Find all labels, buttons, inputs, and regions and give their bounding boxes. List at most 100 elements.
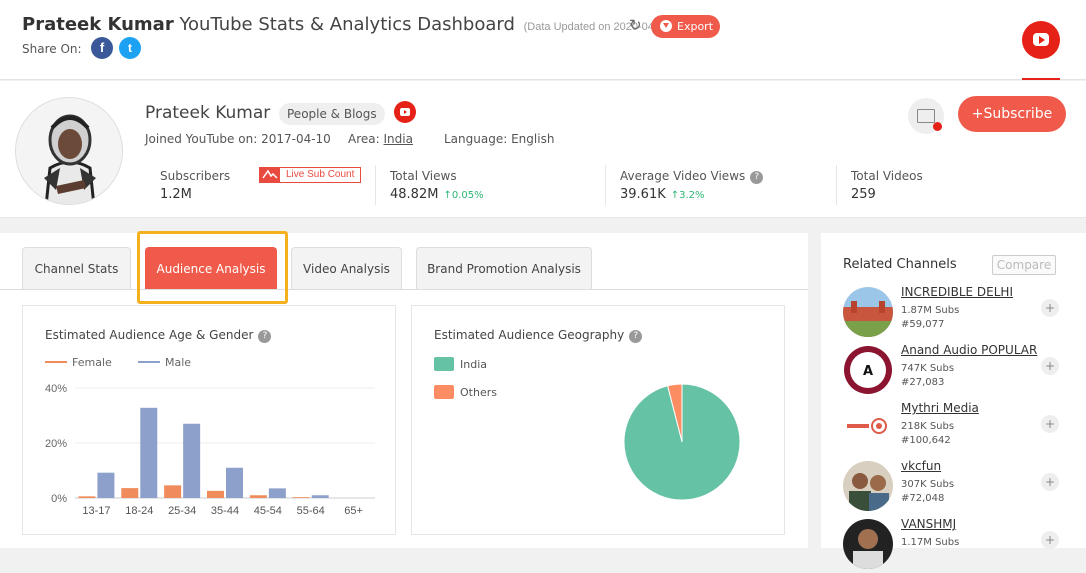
- total-views-label: Total Views: [390, 169, 457, 183]
- twitter-icon[interactable]: t: [119, 37, 141, 59]
- area-link[interactable]: India: [384, 132, 413, 146]
- age-gender-bar-chart: 0% 20% 40% 13-17 18-24 25-34 35-44 45-54 55-64 65…: [45, 383, 375, 517]
- language-value: English: [511, 132, 555, 146]
- bar-male: [183, 423, 201, 498]
- stat-divider: [836, 165, 837, 205]
- channel-thumbnail[interactable]: [843, 403, 893, 453]
- legend-others-label: Others: [460, 386, 497, 399]
- avatar: [15, 97, 123, 205]
- bar-male: [97, 472, 115, 498]
- legend-others[interactable]: Others: [434, 385, 497, 399]
- age-gender-panel: Estimated Audience Age & Gender? Female …: [22, 305, 396, 535]
- channel-subs: 218K Subs: [901, 421, 955, 432]
- total-videos-stat: Total Videos 259: [851, 169, 923, 202]
- plus-icon: +: [971, 106, 984, 122]
- related-channel-item[interactable]: vkcfun 307K Subs #72,048 +: [843, 459, 1083, 515]
- help-icon[interactable]: ?: [750, 171, 764, 184]
- pulse-icon: [260, 168, 280, 182]
- channel-name-link[interactable]: VANSHMJ: [901, 517, 956, 531]
- geography-title: Estimated Audience Geography?: [434, 328, 643, 343]
- channel-thumbnail[interactable]: [843, 287, 893, 337]
- channel-subs: 1.17M Subs: [901, 537, 960, 548]
- channel-thumbnail[interactable]: A: [843, 345, 893, 395]
- related-channels-title: Related Channels: [843, 257, 957, 272]
- channel-rank: #72,048: [901, 493, 945, 504]
- mail-icon[interactable]: [908, 98, 944, 134]
- x-tick-label: 45-54: [254, 505, 282, 517]
- total-videos-value: 259: [851, 187, 876, 202]
- bar-female: [249, 495, 267, 498]
- tab-channel-stats[interactable]: Channel Stats: [22, 247, 131, 289]
- dashboard-title: YouTube Stats & Analytics Dashboard: [179, 14, 515, 35]
- svg-text:A: A: [863, 364, 873, 379]
- active-platform-indicator: [1022, 78, 1060, 80]
- x-tick-label: 25-34: [168, 505, 196, 517]
- tab-bar-line: [0, 289, 808, 290]
- channel-profile: Prateek Kumar People & Blogs Joined YouT…: [0, 81, 1086, 218]
- pie-slice-india: [623, 383, 741, 501]
- diamond-icon: [660, 20, 672, 32]
- bar-female: [207, 490, 224, 498]
- bar-female: [292, 497, 310, 498]
- total-views-number: 48.82M: [390, 187, 439, 202]
- related-channel-item[interactable]: Mythri Media 218K Subs #100,642 +: [843, 401, 1083, 457]
- x-tick-label: 65+: [344, 505, 363, 517]
- legend-male[interactable]: Male: [138, 356, 191, 369]
- joined-date: Joined YouTube on: 2017-04-10: [145, 132, 331, 146]
- add-compare-icon[interactable]: +: [1041, 531, 1059, 549]
- related-channel-item[interactable]: VANSHMJ 1.17M Subs +: [843, 517, 1083, 573]
- add-compare-icon[interactable]: +: [1041, 473, 1059, 491]
- geography-pie-chart: [623, 383, 741, 501]
- channel-subs: 747K Subs: [901, 363, 955, 374]
- youtube-icon[interactable]: [1022, 21, 1060, 59]
- subscribe-button[interactable]: +Subscribe: [958, 96, 1066, 132]
- facebook-icon[interactable]: f: [91, 37, 113, 59]
- geography-title-text: Estimated Audience Geography: [434, 328, 625, 342]
- channel-name-link[interactable]: INCREDIBLE DELHI: [901, 285, 1013, 299]
- channel-thumbnail[interactable]: [843, 519, 893, 569]
- related-channel-item[interactable]: INCREDIBLE DELHI 1.87M Subs #59,077 +: [843, 285, 1083, 341]
- live-sub-count-button[interactable]: Live Sub Count: [259, 167, 361, 183]
- related-channels-panel: Related Channels Compare INCREDIBLE DELH…: [821, 233, 1086, 569]
- channel-thumbnail[interactable]: [843, 461, 893, 511]
- bar-male: [140, 407, 158, 498]
- legend-india[interactable]: India: [434, 357, 487, 371]
- subscribers-value: 1.2M: [160, 187, 192, 202]
- up-arrow-icon: ↑: [443, 190, 452, 201]
- related-channel-item[interactable]: A Anand Audio POPULAR 747K Subs #27,083 …: [843, 343, 1083, 399]
- age-gender-title: Estimated Audience Age & Gender?: [45, 328, 272, 343]
- channel-name-link[interactable]: Anand Audio POPULAR: [901, 343, 1037, 357]
- subscribers-label: Subscribers: [160, 169, 231, 183]
- highlight-box: [137, 231, 288, 304]
- age-gender-title-text: Estimated Audience Age & Gender: [45, 328, 254, 342]
- category-badge[interactable]: People & Blogs: [279, 103, 385, 125]
- legend-india-label: India: [460, 358, 487, 371]
- analytics-panel: Channel Stats Audience Analysis Video An…: [0, 231, 808, 548]
- tab-video-analysis[interactable]: Video Analysis: [291, 247, 402, 289]
- export-button[interactable]: Export: [651, 15, 720, 38]
- youtube-channel-icon[interactable]: [394, 101, 416, 123]
- top-header: Prateek Kumar YouTube Stats & Analytics …: [0, 0, 1086, 80]
- help-icon[interactable]: ?: [258, 330, 272, 343]
- help-icon[interactable]: ?: [629, 330, 643, 343]
- avg-views-stat: Average Video Views? 39.61K ↑3.2%: [620, 169, 764, 202]
- area: Area: India: [348, 132, 413, 146]
- refresh-icon[interactable]: ↻: [629, 18, 644, 33]
- add-compare-icon[interactable]: +: [1041, 299, 1059, 317]
- avg-views-label: Average Video Views: [620, 169, 746, 183]
- channel-subs: 1.87M Subs: [901, 305, 960, 316]
- channel-rank: #59,077: [901, 319, 945, 330]
- add-compare-icon[interactable]: +: [1041, 357, 1059, 375]
- subscribers-stat: Subscribers 1.2M: [160, 169, 231, 202]
- legend-female[interactable]: Female: [45, 356, 112, 369]
- x-tick-label: 35-44: [211, 505, 239, 517]
- bar-male: [268, 488, 286, 498]
- bar-male: [226, 467, 243, 498]
- tab-brand-promotion-analysis[interactable]: Brand Promotion Analysis: [416, 247, 592, 289]
- add-compare-icon[interactable]: +: [1041, 415, 1059, 433]
- channel-name-link[interactable]: vkcfun: [901, 459, 941, 473]
- y-tick-label: 40%: [45, 383, 67, 395]
- channel-name-link[interactable]: Mythri Media: [901, 401, 979, 415]
- compare-button[interactable]: Compare: [992, 255, 1056, 275]
- bar-female: [78, 496, 96, 498]
